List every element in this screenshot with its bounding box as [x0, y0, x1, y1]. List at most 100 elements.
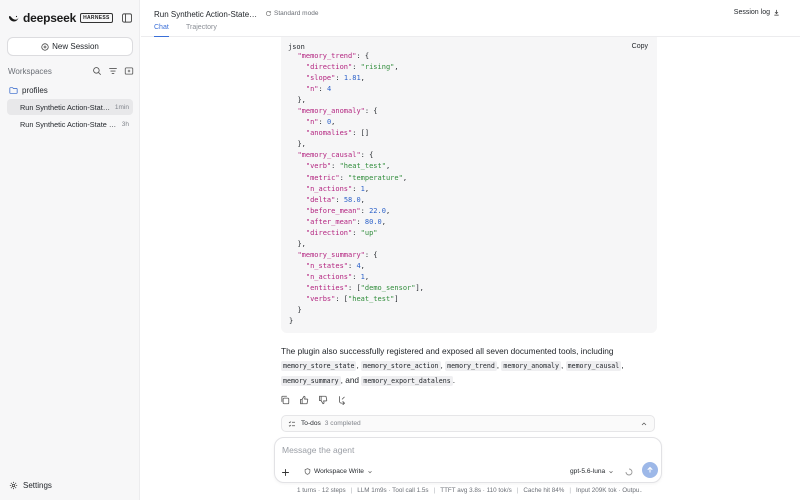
loading-spinner-icon — [625, 468, 633, 476]
status-item: Cache hit 84% — [523, 487, 565, 494]
code-token: : — [331, 162, 340, 171]
session-log-label: Session log — [733, 9, 770, 16]
copy-icon[interactable] — [280, 395, 290, 405]
code-token: ] — [394, 295, 399, 304]
plus-circle-icon — [41, 42, 49, 51]
settings-button[interactable]: Settings — [9, 479, 52, 491]
deepseek-whale-icon — [9, 15, 19, 22]
code-token: : [ — [348, 283, 361, 292]
sidebar-toggle-icon[interactable] — [121, 12, 133, 24]
code-token: }, — [297, 96, 306, 105]
code-token: }, — [297, 140, 306, 149]
code-block: json Copy "memory_trend": { "direction":… — [281, 37, 657, 333]
sidebar: deepseek HARNESS New Session Workspaces … — [0, 0, 140, 500]
session-title: Run Synthetic Action-State M... — [20, 119, 119, 129]
code-token: "anomalies" — [305, 129, 353, 138]
new-session-button[interactable]: New Session — [7, 37, 133, 56]
message-input[interactable] — [282, 445, 652, 455]
code-token: "direction" — [305, 63, 353, 72]
assistant-message: The plugin also successfully registered … — [281, 346, 624, 386]
code-token: : { — [356, 52, 370, 60]
todos-count: 3 completed — [324, 420, 361, 427]
new-session-label: New Session — [52, 42, 99, 51]
code-token: "rising" — [360, 63, 395, 72]
brand-badge: HARNESS — [80, 13, 113, 23]
model-select[interactable]: gpt-5.6-luna — [570, 468, 614, 475]
thumbs-down-icon[interactable] — [318, 395, 328, 405]
code-token: "heat_test" — [339, 162, 386, 171]
code-line: "memory_summary": { — [289, 250, 424, 261]
code-token: , — [385, 162, 391, 171]
workspaces-header: Workspaces — [8, 65, 134, 77]
code-token: : { — [360, 151, 374, 160]
code-token: , — [360, 74, 365, 83]
todos-label: To-dos — [301, 420, 321, 427]
code-token: , — [364, 184, 370, 193]
code-line: "n": 4 — [289, 84, 424, 95]
code-token: : — [335, 74, 344, 83]
code-line: "entities": ["demo_sensor"], — [289, 283, 424, 294]
chevron-down-icon — [368, 470, 372, 473]
status-separator: | — [350, 487, 353, 494]
code-token: "memory_trend" — [297, 52, 357, 60]
tool-name-code: memory_export_datalens — [361, 376, 453, 386]
code-line: "n": 0, — [289, 117, 424, 128]
tab-trajectory[interactable]: Trajectory — [186, 24, 217, 37]
session-log-button[interactable]: Session log — [734, 9, 780, 16]
message-text: The plugin also successfully registered … — [281, 346, 614, 356]
copy-button[interactable]: Copy — [632, 43, 648, 50]
code-token: "metric" — [305, 173, 340, 182]
session-item[interactable]: Run Synthetic Action-State M... 3h — [7, 116, 133, 132]
mode-indicator[interactable]: Standard mode — [265, 10, 318, 17]
tool-name-code: memory_summary — [281, 376, 341, 386]
todos-panel[interactable]: To-dos 3 completed — [281, 415, 655, 432]
status-item: Input 209K tok · Outpu... — [575, 487, 642, 494]
code-token: } — [297, 306, 302, 315]
code-language: json — [288, 43, 305, 51]
tab-chat[interactable]: Chat — [154, 24, 169, 37]
status-item: TTFT avg 3.8s · 110 tok/s — [440, 487, 512, 494]
arrow-up-icon — [647, 466, 653, 473]
code-token: , — [394, 63, 399, 72]
chevron-up-icon[interactable] — [640, 420, 648, 428]
status-item: 1 turns · 12 steps — [297, 487, 346, 494]
branch-icon[interactable] — [337, 395, 347, 405]
brand-name: deepseek — [23, 11, 77, 25]
workspace-mode-select[interactable]: Workspace Write — [304, 468, 376, 475]
brand[interactable]: deepseek HARNESS — [8, 11, 113, 25]
code-line: "direction": "rising", — [289, 62, 424, 73]
workspaces-label: Workspaces — [8, 66, 52, 76]
thumbs-up-icon[interactable] — [299, 395, 309, 405]
code-line: "anomalies": [] — [289, 128, 424, 139]
code-line: "metric": "temperature", — [289, 173, 424, 184]
code-token: "heat_test" — [348, 295, 395, 304]
code-token: , — [364, 272, 370, 281]
code-token: "memory_anomaly" — [297, 107, 365, 116]
code-token: : — [356, 217, 365, 226]
code-token: 80.0 — [364, 217, 382, 226]
session-item[interactable]: Run Synthetic Action-State M... 1min — [7, 99, 133, 115]
workspace-folder[interactable]: profiles — [9, 84, 48, 96]
tool-name-code: memory_store_state — [281, 361, 357, 371]
status-separator: | — [569, 487, 571, 494]
code-line: "memory_trend": { — [289, 51, 424, 62]
search-icon[interactable] — [92, 66, 102, 76]
send-button[interactable] — [642, 462, 658, 478]
code-token: , — [385, 206, 391, 215]
plus-icon[interactable] — [281, 468, 290, 477]
filter-icon[interactable] — [108, 66, 118, 76]
code-line: "direction": "up" — [289, 228, 424, 239]
code-line: }, — [289, 95, 424, 106]
code-token: "n_actions" — [305, 184, 353, 193]
header: Run Synthetic Action-State Me... Standar… — [141, 0, 800, 37]
tool-name-code: memory_causal — [565, 361, 622, 371]
code-token: "temperature" — [348, 173, 403, 182]
status-separator: | — [516, 487, 519, 494]
code-token: "n_states" — [305, 261, 349, 270]
session-age: 3h — [121, 120, 129, 128]
code-token: "memory_summary" — [297, 250, 365, 259]
folder-label: profiles — [22, 85, 48, 95]
tool-name-code: memory_trend — [445, 361, 497, 371]
new-folder-icon[interactable] — [124, 66, 134, 76]
code-line: "delta": 58.0, — [289, 195, 424, 206]
